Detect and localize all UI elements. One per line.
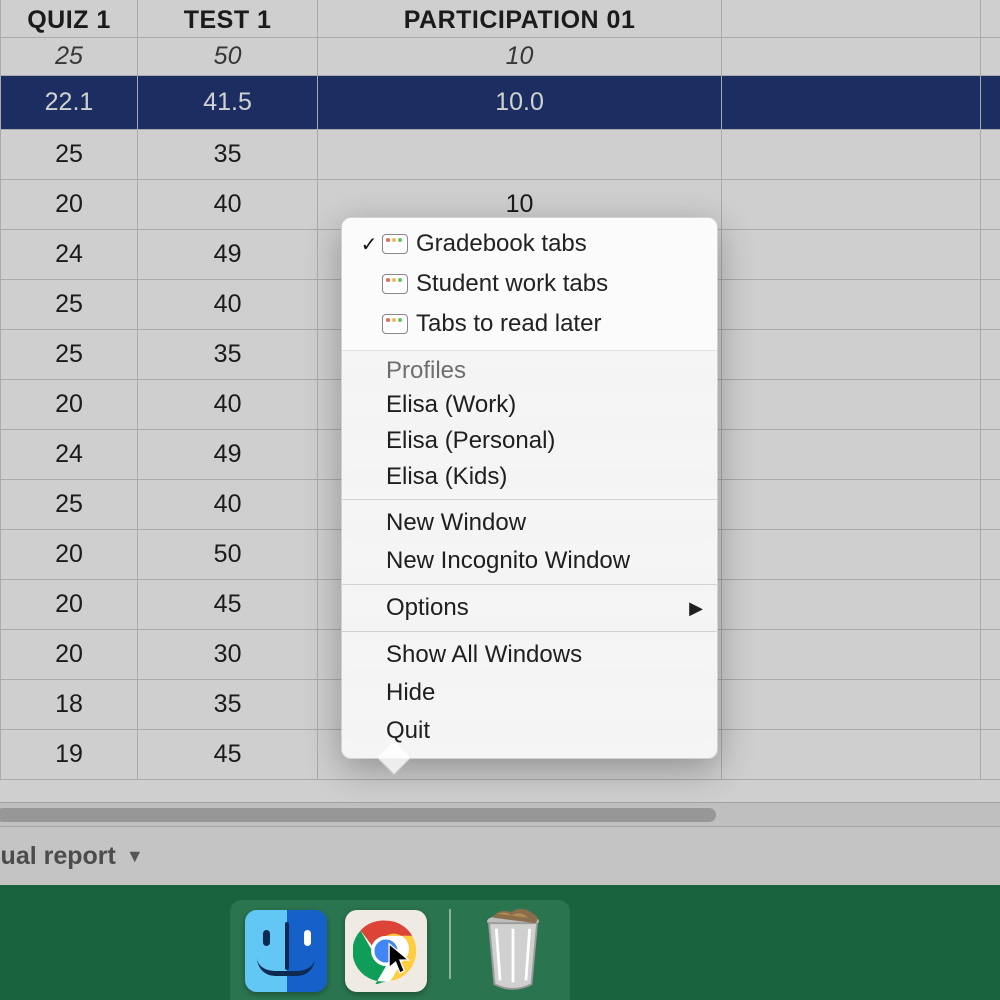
menu-item-profile-work[interactable]: Elisa (Work) (342, 387, 717, 423)
menu-item-show-all-windows[interactable]: Show All Windows (342, 636, 717, 674)
cell[interactable]: 22.1 (1, 75, 138, 129)
window-icon (382, 274, 408, 294)
menu-divider (342, 584, 717, 585)
window-icon (382, 234, 408, 254)
cell[interactable]: 10.0 (318, 75, 722, 129)
summary-row[interactable]: 22.1 41.5 10.0 (1, 75, 1000, 129)
col-sub-test1: 50 (137, 37, 317, 75)
menu-item-label: Gradebook tabs (416, 230, 703, 258)
profiles-header: Profiles (342, 351, 717, 387)
window-icon (382, 314, 408, 334)
menu-item-profile-kids[interactable]: Elisa (Kids) (342, 459, 717, 495)
bottom-toolbar: Individual report ▼ (0, 826, 1000, 885)
dock-context-menu: ✓ Gradebook tabs Student work tabs Tabs … (341, 217, 718, 759)
menu-item-tabs-to-read-later[interactable]: Tabs to read later (342, 304, 717, 344)
menu-item-hide[interactable]: Hide (342, 674, 717, 712)
col-header-empty[interactable] (981, 0, 1000, 37)
menu-divider (342, 631, 717, 632)
dock-trash[interactable] (473, 906, 553, 992)
menu-item-new-incognito-window[interactable]: New Incognito Window (342, 542, 717, 580)
individual-report-label: Individual report (0, 842, 116, 871)
menu-item-student-work-tabs[interactable]: Student work tabs (342, 264, 717, 304)
col-header-test1[interactable]: TEST 1 (137, 0, 317, 37)
dock-app-chrome[interactable] (345, 910, 427, 992)
menu-item-profile-personal[interactable]: Elisa (Personal) (342, 423, 717, 459)
chevron-down-icon: ▼ (126, 846, 144, 867)
menu-item-gradebook-tabs[interactable]: ✓ Gradebook tabs (342, 224, 717, 264)
col-header-quiz1[interactable]: QUIZ 1 (1, 0, 138, 37)
menu-item-label: Tabs to read later (416, 310, 703, 338)
col-sub-quiz1: 25 (1, 37, 138, 75)
menu-item-label: Student work tabs (416, 270, 703, 298)
col-sub-participation01: 10 (318, 37, 722, 75)
dock-separator (449, 909, 451, 979)
menu-divider (342, 499, 717, 500)
tab-groups-section: ✓ Gradebook tabs Student work tabs Tabs … (342, 218, 717, 351)
trash-icon (476, 908, 550, 992)
col-header-empty[interactable] (721, 0, 981, 37)
individual-report-button[interactable]: Individual report ▼ (0, 842, 144, 871)
check-icon: ✓ (356, 232, 382, 257)
submenu-arrow-icon: ▶ (689, 598, 703, 619)
horizontal-scrollbar[interactable] (0, 802, 1000, 826)
col-header-participation01[interactable]: PARTICIPATION 01 (318, 0, 722, 37)
dock-app-finder[interactable] (245, 910, 327, 992)
scrollbar-thumb[interactable] (0, 808, 716, 822)
cursor-icon (388, 942, 414, 978)
menu-item-new-window[interactable]: New Window (342, 504, 717, 542)
cell[interactable]: 41.5 (137, 75, 317, 129)
menu-item-options[interactable]: Options ▶ (342, 589, 717, 627)
table-row[interactable]: 2535 (1, 129, 1000, 179)
